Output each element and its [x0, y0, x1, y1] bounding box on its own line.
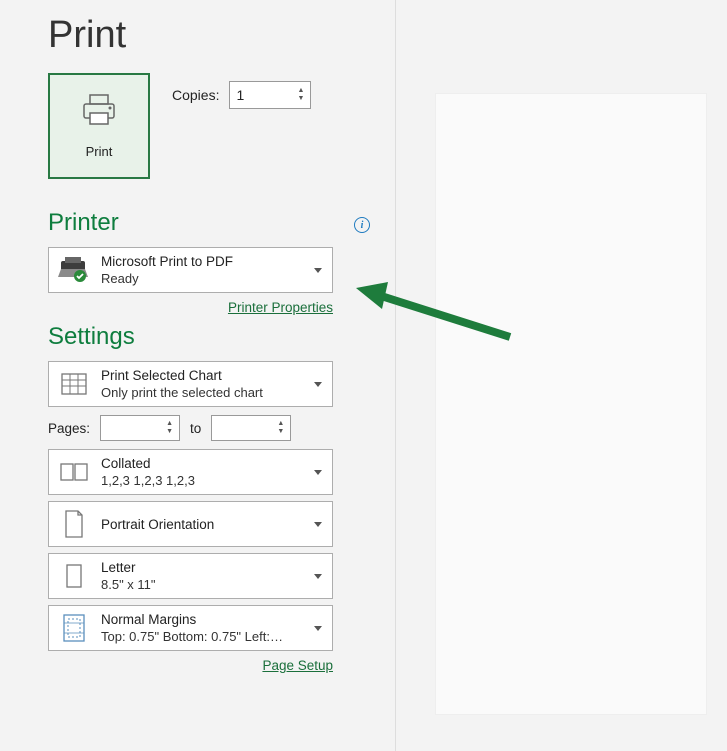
paper-title: Letter — [101, 560, 324, 575]
chevron-down-icon — [314, 470, 322, 475]
stepper-icon[interactable]: ▲▼ — [277, 421, 284, 435]
collation-select[interactable]: Collated 1,2,3 1,2,3 1,2,3 — [48, 449, 333, 495]
paper-size-select[interactable]: Letter 8.5" x 11" — [48, 553, 333, 599]
collated-icon — [57, 461, 91, 483]
chevron-down-icon — [314, 382, 322, 387]
printer-properties-link[interactable]: Printer Properties — [228, 300, 333, 315]
printer-ready-icon — [57, 257, 91, 283]
print-button[interactable]: Print — [48, 73, 150, 179]
chevron-down-icon — [314, 268, 322, 273]
margins-select[interactable]: Normal Margins Top: 0.75" Bottom: 0.75" … — [48, 605, 333, 651]
collation-subtitle: 1,2,3 1,2,3 1,2,3 — [101, 473, 324, 488]
printer-select[interactable]: Microsoft Print to PDF Ready — [48, 247, 333, 293]
grid-icon — [57, 372, 91, 396]
paper-subtitle: 8.5" x 11" — [101, 577, 324, 592]
margins-title: Normal Margins — [101, 612, 324, 627]
pages-to-input[interactable]: ▲▼ — [211, 415, 291, 441]
printer-icon — [79, 93, 119, 132]
stepper-icon[interactable]: ▲▼ — [298, 88, 305, 102]
copies-label: Copies: — [172, 87, 219, 103]
printer-status: Ready — [101, 271, 324, 286]
page-setup-link[interactable]: Page Setup — [262, 658, 333, 673]
pages-from-input[interactable]: ▲▼ — [100, 415, 180, 441]
copies-value: 1 — [236, 87, 244, 103]
margins-icon — [57, 613, 91, 643]
print-button-label: Print — [86, 144, 113, 159]
print-scope-select[interactable]: Print Selected Chart Only print the sele… — [48, 361, 333, 407]
chevron-down-icon — [314, 522, 322, 527]
portrait-icon — [57, 509, 91, 539]
settings-heading: Settings — [48, 323, 370, 351]
printer-heading: Printer — [48, 209, 119, 237]
collation-title: Collated — [101, 456, 324, 471]
print-preview-pane — [395, 0, 727, 751]
info-icon[interactable]: i — [354, 217, 370, 233]
pages-to-label: to — [190, 421, 201, 436]
orientation-title: Portrait Orientation — [101, 517, 324, 532]
scope-title: Print Selected Chart — [101, 368, 324, 383]
chevron-down-icon — [314, 574, 322, 579]
paper-icon — [57, 562, 91, 590]
stepper-icon[interactable]: ▲▼ — [166, 421, 173, 435]
orientation-select[interactable]: Portrait Orientation — [48, 501, 333, 547]
page-title: Print — [48, 14, 370, 57]
margins-subtitle: Top: 0.75" Bottom: 0.75" Left:… — [101, 629, 324, 644]
printer-name: Microsoft Print to PDF — [101, 254, 324, 269]
scope-subtitle: Only print the selected chart — [101, 385, 324, 400]
chevron-down-icon — [314, 626, 322, 631]
pages-label: Pages: — [48, 421, 90, 436]
copies-input[interactable]: 1 ▲▼ — [229, 81, 311, 109]
